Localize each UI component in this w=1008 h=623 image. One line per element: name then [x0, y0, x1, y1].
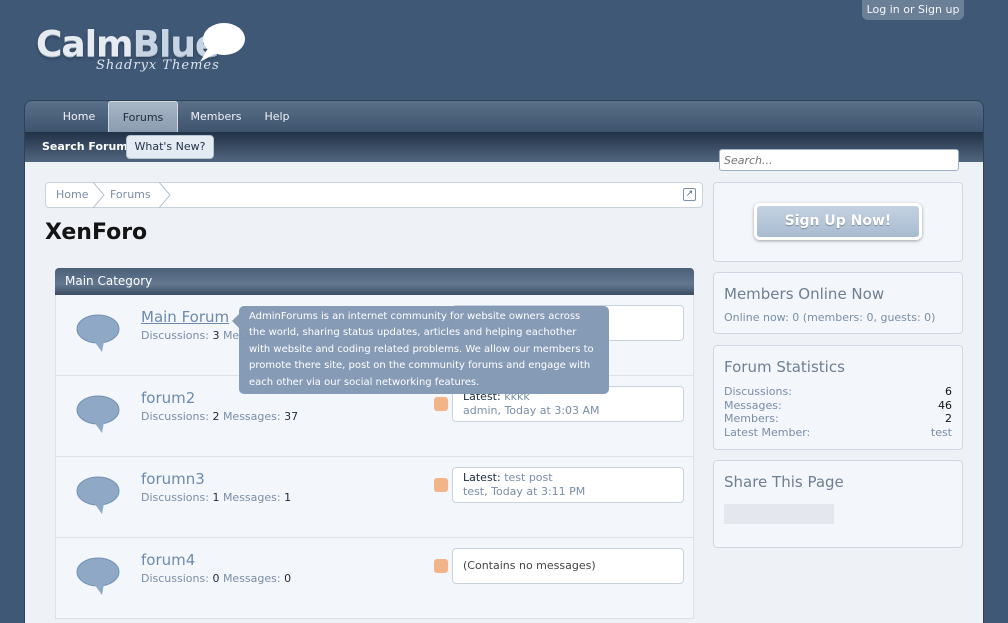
external-link-icon[interactable]: ↗: [683, 188, 696, 201]
forum-latest-box: (Contains no messages): [452, 548, 684, 584]
tooltip-text: AdminForums is an internet community for…: [249, 311, 594, 388]
category-header[interactable]: Main Category: [55, 268, 694, 295]
stat-row-discussions: Discussions: 6: [724, 385, 952, 398]
forum-stats: Discussions: 1 Messages: 1: [141, 491, 292, 504]
forum-statistics-heading: Forum Statistics: [724, 358, 845, 376]
breadcrumb-forums[interactable]: Forums: [110, 183, 151, 207]
sign-up-button[interactable]: Sign Up Now!: [754, 203, 922, 240]
forum-row-forum4: forum4 Discussions: 0 Messages: 0 (Conta…: [55, 538, 694, 619]
nav-tab-home[interactable]: Home: [57, 101, 101, 133]
tooltip-arrow: [232, 314, 239, 328]
latest-member-link[interactable]: test: [931, 426, 952, 439]
forum-statistics-block: Forum Statistics Discussions: 6 Messages:…: [713, 345, 963, 450]
whats-new-button[interactable]: What's New?: [126, 135, 214, 159]
site-logo[interactable]: CalmBlue Shadryx Themes: [36, 18, 250, 78]
forum-title-link[interactable]: Main Forum: [141, 308, 229, 326]
share-page-block: Share This Page: [713, 460, 963, 548]
page-title: XenForo: [45, 220, 148, 245]
forum-stats: Discussions: 2 Messages: 37: [141, 410, 299, 423]
breadcrumb-separator-icon: [92, 182, 105, 208]
forum-title-link[interactable]: forum2: [141, 389, 195, 407]
forum-bubble-icon: [76, 557, 120, 595]
login-signup-link[interactable]: Log in or Sign up: [862, 0, 964, 20]
latest-thread-link[interactable]: test post: [504, 471, 552, 484]
stat-row-messages: Messages: 46: [724, 399, 952, 412]
forum-bubble-icon: [76, 395, 120, 433]
signup-block: Sign Up Now!: [713, 182, 963, 262]
members-online-block: Members Online Now Online now: 0 (member…: [713, 272, 963, 334]
breadcrumb-separator-icon: [158, 182, 171, 208]
search-input[interactable]: [719, 149, 959, 171]
no-messages-text: (Contains no messages): [463, 559, 596, 572]
forum-stats: Discussions: 0 Messages: 0: [141, 572, 292, 585]
forum-latest-box: Latest: test post test, Today at 3:11 PM: [452, 467, 684, 503]
breadcrumb-home[interactable]: Home: [56, 183, 88, 207]
logo-subtitle: Shadryx Themes: [96, 58, 220, 73]
share-buttons-placeholder[interactable]: [724, 504, 834, 524]
nav-tab-forums[interactable]: Forums: [108, 101, 178, 133]
rss-icon[interactable]: [434, 397, 448, 411]
nav-tab-help[interactable]: Help: [261, 101, 293, 133]
latest-meta[interactable]: admin, Today at 3:03 AM: [463, 404, 600, 417]
rss-icon[interactable]: [434, 478, 448, 492]
nav-tab-members[interactable]: Members: [188, 101, 244, 133]
forum-title-link[interactable]: forum4: [141, 551, 195, 569]
search-forums-link[interactable]: Search Forums: [42, 132, 134, 162]
latest-meta[interactable]: test, Today at 3:11 PM: [463, 485, 585, 498]
forum-bubble-icon: [76, 476, 120, 514]
members-online-text: Online now: 0 (members: 0, guests: 0): [724, 311, 936, 324]
stat-row-members: Members: 2: [724, 412, 952, 425]
forum-description-tooltip: AdminForums is an internet community for…: [232, 306, 609, 394]
stat-row-latest-member: Latest Member: test: [724, 426, 952, 439]
share-page-heading: Share This Page: [724, 473, 844, 491]
members-online-heading[interactable]: Members Online Now: [724, 285, 884, 303]
rss-icon[interactable]: [434, 559, 448, 573]
forum-row-forumn3: forumn3 Discussions: 1 Messages: 1 Lates…: [55, 457, 694, 538]
forum-title-link[interactable]: forumn3: [141, 470, 205, 488]
breadcrumb: Home Forums ↗: [45, 182, 703, 208]
forum-bubble-icon: [76, 314, 120, 352]
main-nav: Home Forums Members Help: [24, 100, 984, 133]
